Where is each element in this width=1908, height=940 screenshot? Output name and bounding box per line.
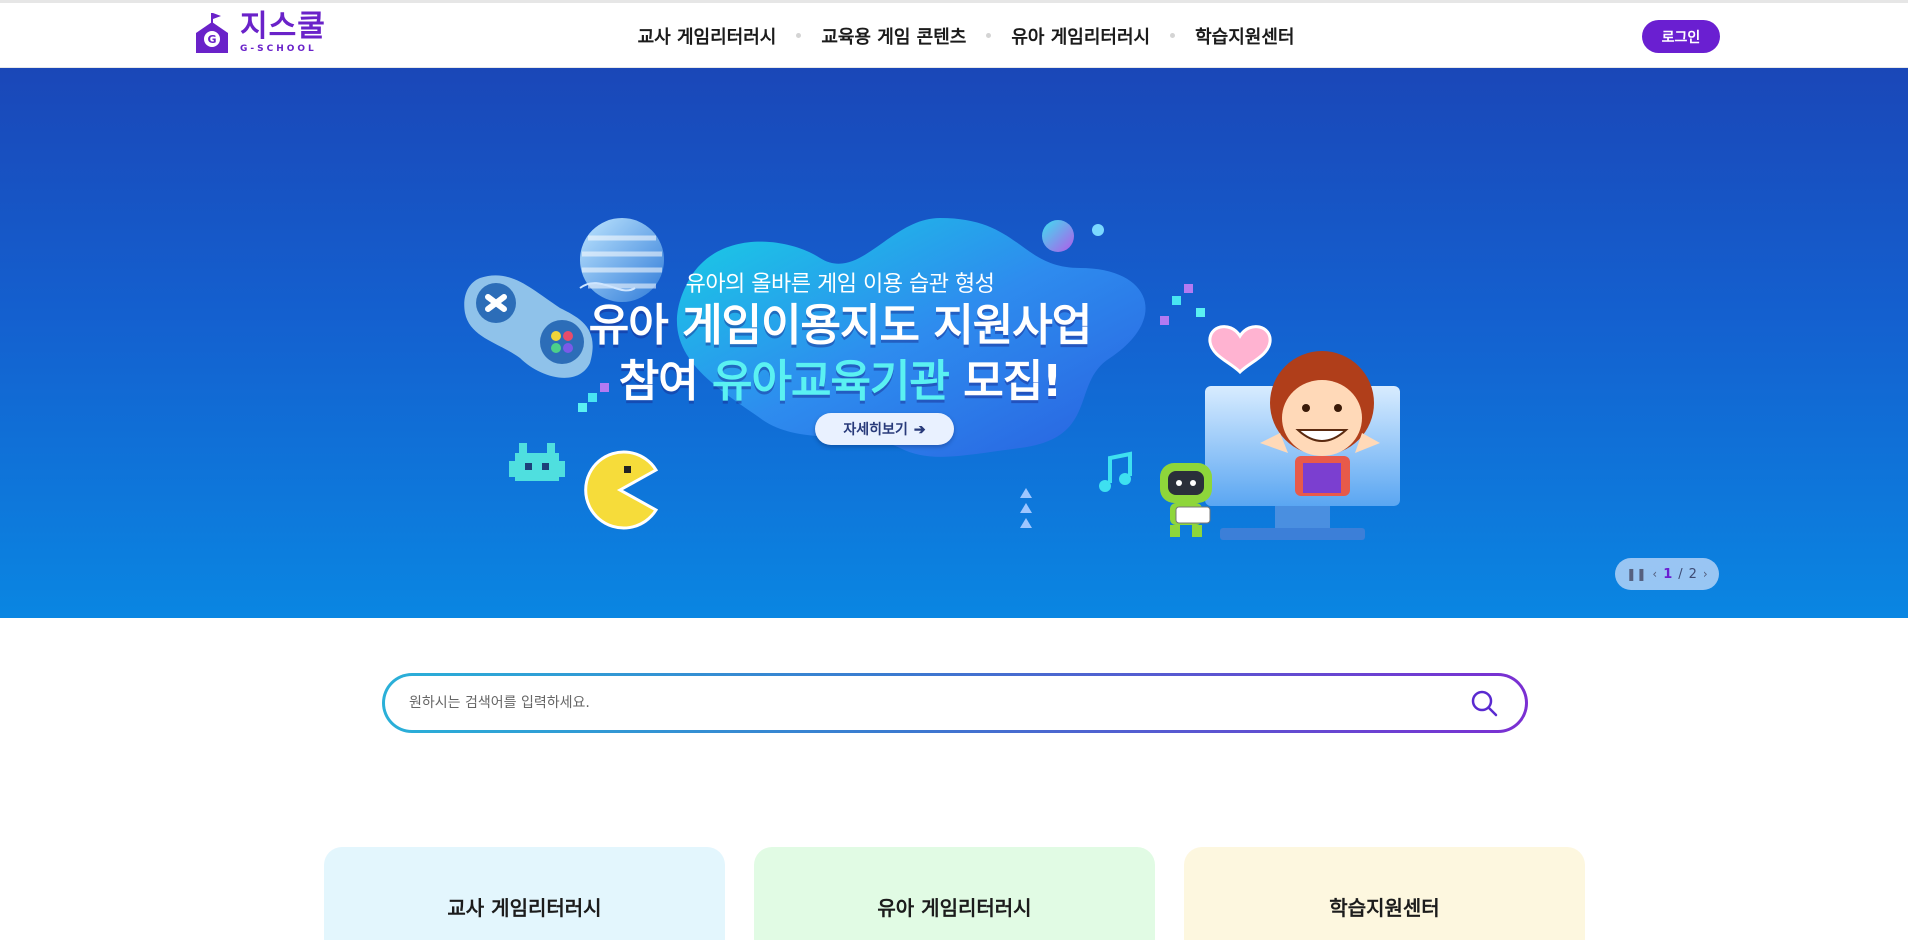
- card-title: 학습지원센터: [1329, 896, 1440, 920]
- nav-item-child-literacy[interactable]: 유아 게임리터러시: [1011, 23, 1150, 49]
- banner-subtitle: 유아의 올바른 게임 이용 습관 형성: [685, 272, 995, 297]
- card-child-literacy[interactable]: 유아 게임리터러시: [754, 847, 1155, 940]
- search-button[interactable]: [1467, 686, 1501, 720]
- hero-banner[interactable]: 유아의 올바른 게임 이용 습관 형성 유아 게임이용지도 지원사업 참여 유아…: [0, 68, 1908, 618]
- chevron-right-icon[interactable]: ›: [1703, 567, 1708, 581]
- site-logo[interactable]: G 지스쿨 G-SCHOOL: [190, 10, 336, 56]
- nav-item-educational-games[interactable]: 교육용 게임 콘텐츠: [821, 23, 966, 49]
- nav-separator: [986, 33, 992, 38]
- banner-title-line2: 참여 유아교육기관 모집!: [560, 354, 1120, 410]
- arrow-right-icon: ➔: [913, 420, 926, 437]
- card-learning-center[interactable]: 학습지원센터: [1184, 847, 1585, 940]
- card-title: 교사 게임리터러시: [447, 896, 602, 920]
- chevron-left-icon[interactable]: ‹: [1652, 567, 1657, 581]
- logo-subtext: G-SCHOOL: [240, 44, 317, 54]
- nav-separator: [796, 33, 802, 38]
- more-details-button[interactable]: 자세히보기 ➔: [815, 413, 954, 445]
- school-logo-icon: G: [196, 13, 228, 53]
- svg-text:G: G: [207, 33, 216, 46]
- more-details-label: 자세히보기: [843, 421, 908, 437]
- nav-separator: [1170, 33, 1176, 38]
- card-teacher-literacy[interactable]: 교사 게임리터러시: [324, 847, 725, 940]
- banner-title-highlight: 유아교육기관: [712, 356, 950, 407]
- slide-separator: /: [1678, 566, 1683, 582]
- nav-item-teacher-literacy[interactable]: 교사 게임리터러시: [638, 23, 777, 49]
- logo-wordmark: 지스쿨: [240, 9, 326, 44]
- search-icon: [1471, 690, 1498, 717]
- card-title: 유아 게임리터러시: [877, 896, 1032, 920]
- slide-pager: ❚❚ ‹ 1 / 2 ›: [1615, 558, 1719, 590]
- slide-current: 1: [1663, 566, 1673, 582]
- banner-title: 유아 게임이용지도 지원사업 참여 유아교육기관 모집!: [560, 298, 1120, 410]
- banner-title-post: 모집!: [948, 356, 1062, 407]
- pause-icon[interactable]: ❚❚: [1626, 567, 1646, 581]
- nav-item-learning-center[interactable]: 학습지원센터: [1195, 23, 1294, 49]
- banner-title-pre: 참여: [618, 356, 713, 407]
- login-button[interactable]: 로그인: [1642, 20, 1720, 53]
- search-bar: [382, 673, 1528, 733]
- search-input[interactable]: [409, 695, 1467, 711]
- slide-total: 2: [1688, 566, 1697, 582]
- banner-title-line1: 유아 게임이용지도 지원사업: [588, 300, 1092, 351]
